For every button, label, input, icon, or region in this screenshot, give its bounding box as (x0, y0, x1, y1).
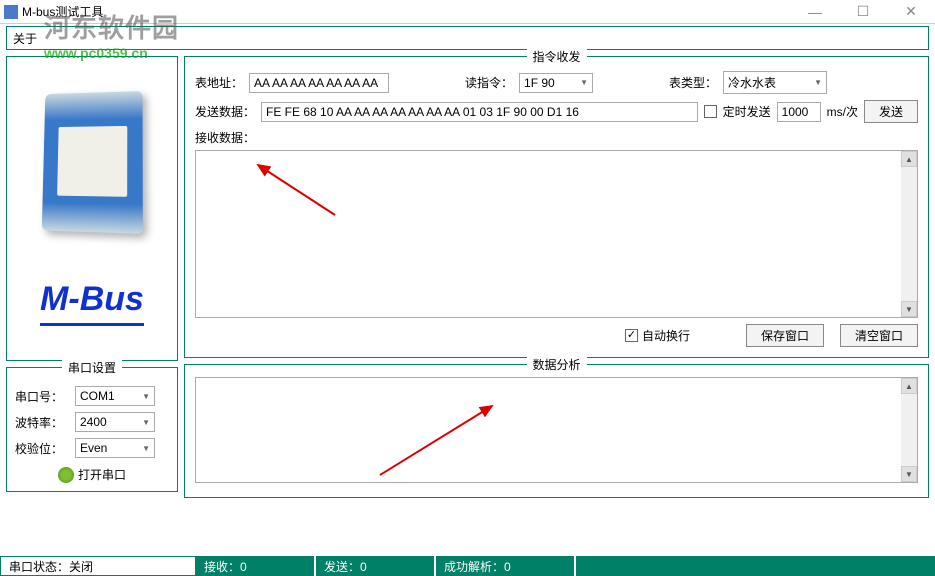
open-port-button[interactable]: 打开串口 (15, 466, 169, 483)
scroll-up-icon[interactable]: ▲ (901, 378, 917, 394)
chevron-down-icon: ▼ (142, 418, 150, 427)
parity-select[interactable]: Even ▼ (75, 438, 155, 458)
app-icon (4, 5, 18, 19)
type-select[interactable]: 冷水水表 ▼ (723, 71, 827, 94)
serial-legend: 串口设置 (62, 359, 122, 376)
menubar: 关于 (6, 26, 929, 50)
clear-window-button[interactable]: 清空窗口 (840, 324, 918, 347)
interval-input[interactable] (777, 102, 821, 122)
timed-checkbox[interactable] (704, 105, 717, 118)
baud-label: 波特率： (15, 414, 71, 431)
recv-label: 接收数据： (195, 129, 918, 146)
read-label: 读指令： (465, 74, 513, 91)
open-port-label: 打开串口 (78, 466, 126, 483)
recv-textarea[interactable]: ▲ ▼ (195, 150, 918, 318)
parity-label: 校验位： (15, 440, 71, 457)
type-value: 冷水水表 (728, 74, 776, 91)
save-window-button[interactable]: 保存窗口 (746, 324, 824, 347)
status-send: 发送：0 (316, 556, 436, 576)
autowrap-label: 自动换行 (642, 327, 690, 344)
baud-value: 2400 (80, 415, 107, 429)
maximize-button[interactable]: ☐ (843, 2, 883, 22)
analysis-textarea[interactable]: ▲ ▼ (195, 377, 918, 483)
read-value: 1F 90 (524, 76, 555, 90)
window-title: M-bus测试工具 (22, 3, 103, 20)
status-port: 串口状态：关闭 (0, 556, 196, 576)
send-data-input[interactable] (261, 102, 698, 122)
scroll-down-icon[interactable]: ▼ (901, 466, 917, 482)
mbus-logo: M-Bus (40, 280, 144, 326)
scroll-up-icon[interactable]: ▲ (901, 151, 917, 167)
analysis-legend: 数据分析 (526, 356, 586, 373)
chevron-down-icon: ▼ (814, 78, 822, 87)
scrollbar[interactable]: ▲ ▼ (901, 151, 917, 317)
minimize-button[interactable]: — (795, 2, 835, 22)
menu-about[interactable]: 关于 (13, 30, 37, 47)
port-label: 串口号： (15, 388, 71, 405)
addr-input[interactable] (249, 73, 389, 93)
scrollbar[interactable]: ▲ ▼ (901, 378, 917, 482)
chevron-down-icon: ▼ (142, 392, 150, 401)
autowrap-checkbox[interactable] (625, 329, 638, 342)
analysis-panel: 数据分析 ▲ ▼ (184, 364, 929, 498)
interval-unit: ms/次 (827, 103, 858, 120)
serial-settings-panel: 串口设置 串口号： COM1 ▼ 波特率： 2400 ▼ 校验位： Even (6, 367, 178, 492)
port-value: COM1 (80, 389, 115, 403)
command-panel: 指令收发 表地址： 读指令： 1F 90 ▼ 表类型： 冷水水表 ▼ 发送数据： (184, 56, 929, 358)
port-icon (58, 467, 74, 483)
port-select[interactable]: COM1 ▼ (75, 386, 155, 406)
status-spacer (576, 556, 935, 576)
device-image (42, 91, 143, 234)
baud-select[interactable]: 2400 ▼ (75, 412, 155, 432)
timed-label: 定时发送 (723, 103, 771, 120)
parity-value: Even (80, 441, 107, 455)
scroll-down-icon[interactable]: ▼ (901, 301, 917, 317)
cmd-legend: 指令收发 (526, 48, 586, 65)
addr-label: 表地址： (195, 74, 243, 91)
type-label: 表类型： (669, 74, 717, 91)
status-parsed: 成功解析：0 (436, 556, 576, 576)
titlebar: M-bus测试工具 — ☐ ✕ (0, 0, 935, 24)
status-recv: 接收：0 (196, 556, 316, 576)
chevron-down-icon: ▼ (142, 444, 150, 453)
device-panel: M-Bus (6, 56, 178, 361)
statusbar: 串口状态：关闭 接收：0 发送：0 成功解析：0 (0, 556, 935, 576)
send-button[interactable]: 发送 (864, 100, 918, 123)
read-select[interactable]: 1F 90 ▼ (519, 73, 593, 93)
send-label: 发送数据： (195, 103, 255, 120)
close-button[interactable]: ✕ (891, 2, 931, 22)
chevron-down-icon: ▼ (580, 78, 588, 87)
